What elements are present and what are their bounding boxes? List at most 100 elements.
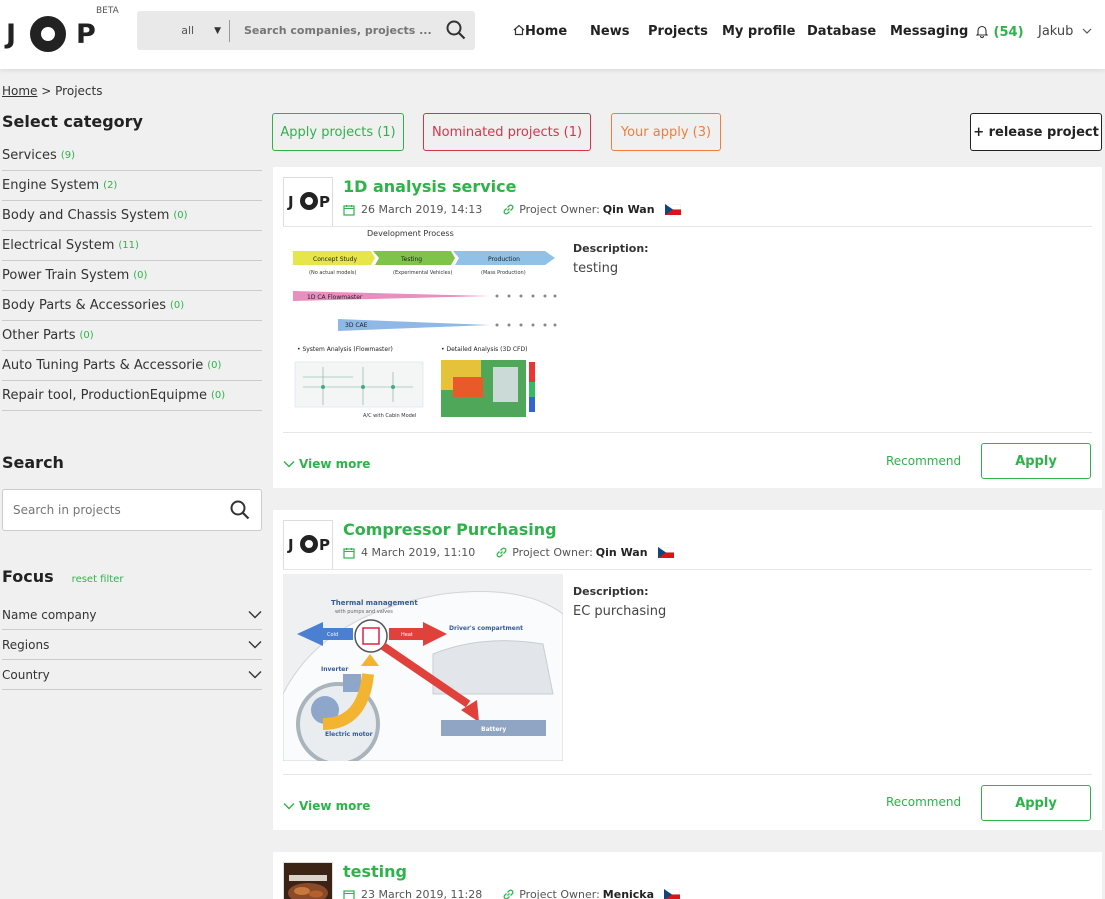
search-scope-select[interactable]: all ▼ — [137, 19, 230, 42]
category-item[interactable]: Electrical System (11) — [2, 231, 262, 261]
view-more-link[interactable]: View more — [283, 457, 370, 471]
project-title[interactable]: 1D analysis service — [343, 177, 681, 197]
beta-badge: BETA — [96, 6, 119, 16]
project-card: testing 23 March 2019, 11:28 Project Own… — [273, 852, 1102, 899]
category-list: Services (9) Engine System (2) Body and Ch… — [2, 141, 262, 411]
caret-down-icon: ▼ — [214, 25, 221, 36]
description-text: EC purchasing — [573, 604, 667, 619]
stage-label: Concept Study — [313, 256, 357, 263]
search-title: Search — [2, 453, 64, 472]
jop-logo[interactable]: J P BETA — [6, 6, 119, 54]
breadcrumb-home[interactable]: Home — [2, 84, 37, 98]
diagram-caption: A/C with Cabin Model — [363, 413, 416, 419]
category-item[interactable]: Other Parts (0) — [2, 321, 262, 351]
company-logo[interactable]: JP — [283, 520, 333, 570]
notification-count: (54) — [993, 25, 1024, 40]
breadcrumb-current: Projects — [55, 84, 103, 98]
category-label: Body and Chassis System — [2, 208, 170, 223]
category-count: (0) — [207, 360, 222, 371]
logo-circle — [300, 535, 318, 553]
project-owner[interactable]: Qin Wan — [596, 546, 648, 559]
stage-note: (Mass Production) — [481, 270, 526, 276]
nav-messaging[interactable]: Messaging — [890, 24, 968, 39]
project-title[interactable]: testing — [343, 862, 680, 882]
category-count: (0) — [133, 270, 148, 281]
recommend-link[interactable]: Recommend — [886, 454, 961, 468]
project-description: Description: testing — [573, 242, 649, 276]
logo-letter-j: J — [288, 536, 294, 554]
category-item[interactable]: Power Train System (0) — [2, 261, 262, 291]
project-owner[interactable]: Menicka — [603, 888, 654, 899]
filter-name-company[interactable]: Name company — [2, 600, 262, 630]
owner-label: Project Owner: — [519, 203, 600, 216]
project-thumbnail[interactable] — [283, 862, 333, 899]
project-image[interactable]: Thermal management with pumps and valves… — [283, 574, 563, 761]
user-name: Jakub — [1038, 24, 1074, 39]
top-header: J P BETA all ▼ Home News Projects My pro… — [0, 0, 1105, 69]
category-item[interactable]: Repair tool, ProductionEquipme (0) — [2, 381, 262, 411]
nav-my-profile[interactable]: My profile — [722, 24, 796, 39]
project-card: JP Compressor Purchasing 4 March 2019, 1… — [273, 510, 1102, 830]
search-scope-value: all — [181, 24, 195, 37]
apply-button[interactable]: Apply — [981, 785, 1091, 821]
filter-regions[interactable]: Regions — [2, 630, 262, 660]
release-project-button[interactable]: + release project — [970, 113, 1102, 151]
divider — [283, 774, 1092, 775]
recommend-link[interactable]: Recommend — [886, 795, 961, 809]
food-photo — [284, 863, 332, 899]
nav-notifications[interactable]: (54) — [975, 24, 1024, 40]
tab-nominated-projects[interactable]: Nominated projects (1) — [423, 113, 591, 151]
category-item[interactable]: Body and Chassis System (0) — [2, 201, 262, 231]
link-icon — [503, 889, 514, 899]
category-count: (0) — [79, 330, 94, 341]
image-label-heat: Heat — [401, 632, 413, 638]
tab-your-apply[interactable]: Your apply (3) — [611, 113, 721, 151]
category-item[interactable]: Auto Tuning Parts & Accessorie (0) — [2, 351, 262, 381]
user-menu[interactable]: Jakub — [1038, 24, 1092, 39]
logo-circle — [300, 192, 318, 210]
nav-news[interactable]: News — [590, 24, 629, 39]
tab-apply-projects[interactable]: Apply projects (1) — [272, 113, 404, 151]
category-item[interactable]: Engine System (2) — [2, 171, 262, 201]
diagram-heading: Development Process — [367, 229, 454, 238]
nav-projects[interactable]: Projects — [648, 24, 708, 39]
description-label: Description: — [573, 585, 649, 598]
logo-letter-p: P — [319, 536, 330, 554]
category-count: (0) — [211, 390, 226, 401]
project-owner[interactable]: Qin Wan — [603, 203, 655, 216]
category-count: (9) — [60, 150, 75, 161]
project-title[interactable]: Compressor Purchasing — [343, 520, 674, 540]
search-icon[interactable] — [230, 500, 250, 524]
global-search-input[interactable] — [244, 24, 434, 37]
owner-label: Project Owner: — [519, 888, 600, 899]
project-description: Description: EC purchasing — [573, 585, 666, 619]
project-search-input[interactable] — [13, 503, 213, 517]
apply-button[interactable]: Apply — [981, 443, 1091, 479]
owner-label: Project Owner: — [512, 546, 593, 559]
company-logo[interactable]: JP — [283, 177, 333, 227]
logo-circle — [30, 16, 66, 52]
category-label: Power Train System — [2, 268, 130, 283]
nav-home[interactable]: Home — [513, 24, 567, 39]
search-icon[interactable] — [446, 20, 466, 44]
view-more-link[interactable]: View more — [283, 799, 370, 813]
view-more-label: View more — [299, 457, 371, 471]
category-count: (2) — [103, 180, 118, 191]
calendar-icon — [343, 547, 355, 559]
category-item[interactable]: Services (9) — [2, 141, 262, 171]
filter-list: Name company Regions Country — [2, 600, 262, 690]
global-search: all ▼ — [137, 11, 475, 50]
filter-label: Country — [2, 667, 50, 682]
category-title: Select category — [2, 112, 143, 131]
project-image[interactable]: Development Process Concept Study Testin… — [283, 227, 563, 422]
project-card-header: testing 23 March 2019, 11:28 Project Own… — [283, 862, 1092, 899]
calendar-icon — [343, 889, 355, 899]
chevron-down-icon — [248, 641, 262, 649]
filter-country[interactable]: Country — [2, 660, 262, 690]
reset-filter-link[interactable]: reset filter — [72, 574, 124, 585]
category-label: Repair tool, ProductionEquipme — [2, 388, 208, 403]
divider — [283, 569, 1092, 570]
category-item[interactable]: Body Parts & Accessories (0) — [2, 291, 262, 321]
project-date: 23 March 2019, 11:28 — [361, 888, 483, 899]
nav-database[interactable]: Database — [807, 24, 876, 39]
